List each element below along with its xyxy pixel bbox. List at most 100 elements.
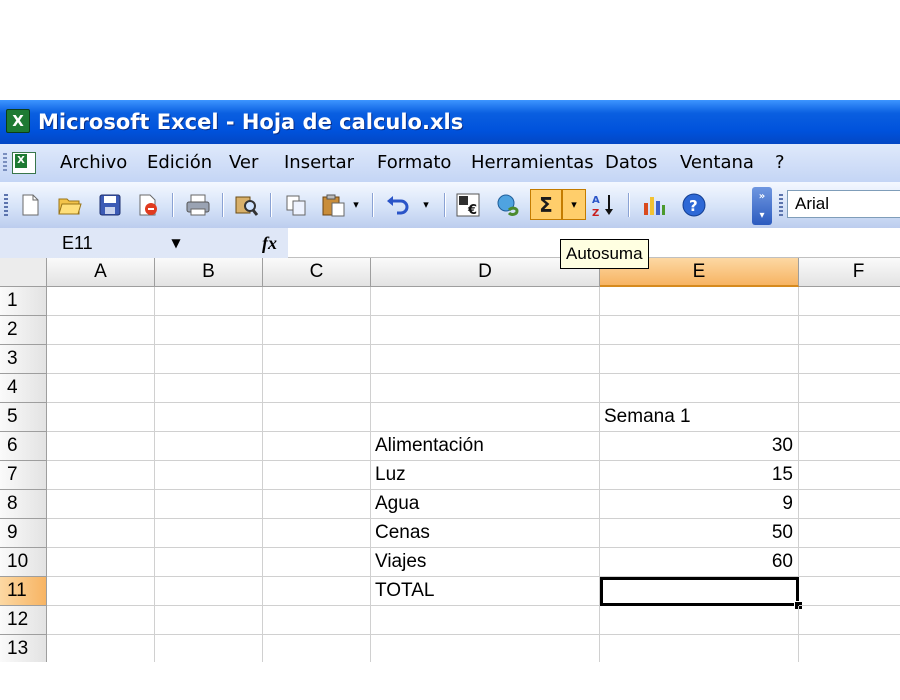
menu-ver[interactable]: Ver — [229, 152, 258, 174]
menu-help[interactable]: ? — [775, 152, 785, 174]
cell-f4[interactable] — [799, 374, 900, 403]
cell-b5[interactable] — [155, 403, 263, 432]
cell-f2[interactable] — [799, 316, 900, 345]
cell-a10[interactable] — [47, 548, 155, 577]
cell-a2[interactable] — [47, 316, 155, 345]
row-header-13[interactable]: 13 — [0, 635, 47, 662]
column-header-c[interactable]: C — [263, 258, 371, 287]
cell-b13[interactable] — [155, 635, 263, 662]
menu-formato[interactable]: Formato — [377, 152, 451, 174]
toolbar-options-chevron-icon[interactable]: » ▾ — [752, 187, 772, 225]
cell-e6[interactable]: 30 — [600, 432, 799, 461]
cell-c1[interactable] — [263, 287, 371, 316]
cell-b8[interactable] — [155, 490, 263, 519]
excel-app-icon[interactable] — [6, 109, 30, 133]
undo-dropdown[interactable]: ▾ — [420, 191, 432, 219]
cell-f12[interactable] — [799, 606, 900, 635]
cell-a6[interactable] — [47, 432, 155, 461]
cell-a1[interactable] — [47, 287, 155, 316]
cell-b7[interactable] — [155, 461, 263, 490]
cell-f11[interactable] — [799, 577, 900, 606]
select-all-button[interactable] — [0, 258, 47, 287]
cell-d6[interactable]: Alimentación — [371, 432, 600, 461]
autosum-button[interactable]: Σ — [530, 189, 562, 220]
cell-e7[interactable]: 15 — [600, 461, 799, 490]
menu-grip-handle[interactable] — [3, 153, 7, 173]
cell-d7[interactable]: Luz — [371, 461, 600, 490]
active-cell-e11[interactable] — [600, 577, 799, 606]
cell-c12[interactable] — [263, 606, 371, 635]
cell-a11[interactable] — [47, 577, 155, 606]
cell-c13[interactable] — [263, 635, 371, 662]
paste-icon[interactable] — [320, 191, 348, 219]
menu-archivo[interactable]: Archivo — [60, 152, 127, 174]
hyperlink-icon[interactable] — [494, 191, 522, 219]
cell-e13[interactable] — [600, 635, 799, 662]
cell-f10[interactable] — [799, 548, 900, 577]
cell-b10[interactable] — [155, 548, 263, 577]
menu-datos[interactable]: Datos — [605, 152, 657, 174]
undo-icon[interactable] — [384, 191, 412, 219]
cell-a7[interactable] — [47, 461, 155, 490]
name-box-dropdown[interactable]: ▼ — [158, 228, 194, 258]
menu-herramientas[interactable]: Herramientas — [471, 152, 594, 174]
row-header-10[interactable]: 10 — [0, 548, 47, 577]
cell-b6[interactable] — [155, 432, 263, 461]
cell-f13[interactable] — [799, 635, 900, 662]
toolbar-grip-handle[interactable] — [4, 194, 8, 216]
cell-e3[interactable] — [600, 345, 799, 374]
cell-c9[interactable] — [263, 519, 371, 548]
sort-ascending-icon[interactable]: AZ — [590, 191, 618, 219]
insert-function-icon[interactable]: fx — [262, 230, 277, 256]
name-box[interactable]: E11 — [0, 228, 158, 258]
cell-b11[interactable] — [155, 577, 263, 606]
cell-e5[interactable]: Semana 1 — [600, 403, 799, 432]
row-header-2[interactable]: 2 — [0, 316, 47, 345]
cell-d4[interactable] — [371, 374, 600, 403]
cell-c3[interactable] — [263, 345, 371, 374]
cell-e10[interactable]: 60 — [600, 548, 799, 577]
cell-d5[interactable] — [371, 403, 600, 432]
font-name-field[interactable]: Arial — [787, 190, 900, 218]
row-header-12[interactable]: 12 — [0, 606, 47, 635]
cell-a12[interactable] — [47, 606, 155, 635]
cell-d1[interactable] — [371, 287, 600, 316]
cell-c4[interactable] — [263, 374, 371, 403]
save-icon[interactable] — [96, 191, 124, 219]
cell-e1[interactable] — [600, 287, 799, 316]
cell-d3[interactable] — [371, 345, 600, 374]
cell-f5[interactable] — [799, 403, 900, 432]
print-icon[interactable] — [184, 191, 212, 219]
cell-c6[interactable] — [263, 432, 371, 461]
cell-e2[interactable] — [600, 316, 799, 345]
help-icon[interactable]: ? — [680, 191, 708, 219]
cell-c7[interactable] — [263, 461, 371, 490]
chart-wizard-icon[interactable] — [640, 191, 668, 219]
cell-b2[interactable] — [155, 316, 263, 345]
document-icon[interactable] — [12, 152, 36, 174]
cell-c8[interactable] — [263, 490, 371, 519]
permission-icon[interactable] — [134, 191, 162, 219]
column-header-b[interactable]: B — [155, 258, 263, 287]
research-icon[interactable] — [232, 191, 260, 219]
cell-a4[interactable] — [47, 374, 155, 403]
paste-options-dropdown[interactable]: ▾ — [350, 191, 362, 219]
copy-icon[interactable] — [282, 191, 310, 219]
cell-c11[interactable] — [263, 577, 371, 606]
cell-a8[interactable] — [47, 490, 155, 519]
formatting-toolbar-grip[interactable] — [779, 194, 783, 216]
cell-b3[interactable] — [155, 345, 263, 374]
cell-d12[interactable] — [371, 606, 600, 635]
cell-f9[interactable] — [799, 519, 900, 548]
open-icon[interactable] — [56, 191, 84, 219]
cell-e8[interactable]: 9 — [600, 490, 799, 519]
row-header-4[interactable]: 4 — [0, 374, 47, 403]
cell-f7[interactable] — [799, 461, 900, 490]
cell-b9[interactable] — [155, 519, 263, 548]
column-header-a[interactable]: A — [47, 258, 155, 287]
cell-d10[interactable]: Viajes — [371, 548, 600, 577]
cell-f1[interactable] — [799, 287, 900, 316]
cell-d8[interactable]: Agua — [371, 490, 600, 519]
menu-ventana[interactable]: Ventana — [680, 152, 754, 174]
column-header-f[interactable]: F — [799, 258, 900, 287]
